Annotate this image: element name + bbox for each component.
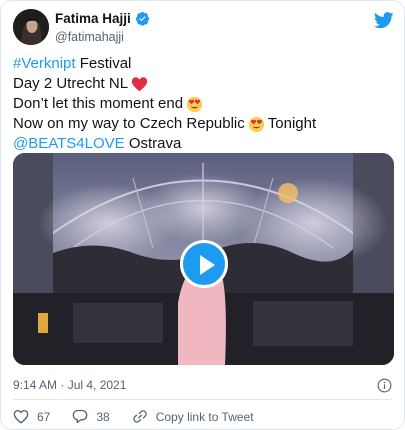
tweet-line-5: @BEATS4LOVE Ostrava [13, 134, 392, 154]
tweet-text-segment: Day 2 Utrecht NL [13, 75, 129, 92]
avatar-image [13, 9, 49, 45]
tweet-line-3: Don’t let this moment end [13, 94, 392, 114]
tweet-text-segment: Now on my way to Czech Republic [13, 115, 245, 132]
tweet-timestamp[interactable]: 9:14 AM · Jul 4, 2021 [13, 378, 126, 392]
heart-eyes-emoji-icon [248, 116, 264, 132]
author-name[interactable]: Fatima Hajji [55, 11, 150, 26]
action-bar: 67 38 Copy link to Tweet [13, 409, 276, 424]
twitter-bird-icon[interactable] [374, 12, 394, 29]
author-name-text[interactable]: Fatima Hajji [55, 11, 131, 26]
author-handle[interactable]: @fatimahajji [55, 30, 124, 44]
divider [13, 399, 392, 400]
tweet-text-segment: Festival [75, 55, 132, 72]
avatar[interactable] [13, 9, 49, 45]
tweet-line-1: #Verknipt Festival [13, 54, 392, 74]
tweet-text-segment: Don’t let this moment end [13, 95, 184, 112]
heart-eyes-emoji-icon [186, 96, 203, 112]
reply-count: 38 [96, 409, 110, 424]
tweet-line-4: Now on my way to Czech Republic Tonight [13, 114, 392, 134]
heart-outline-icon [13, 409, 29, 424]
like-count: 67 [37, 409, 51, 424]
verified-badge-icon [135, 11, 149, 26]
play-icon [200, 255, 215, 275]
like-button[interactable]: 67 [13, 409, 50, 424]
reply-bubble-icon [73, 409, 88, 424]
info-icon[interactable] [377, 378, 392, 393]
tweet-card: Fatima Hajji @fatimahajji #Verknipt Fest… [0, 0, 405, 430]
tweet-text: #Verknipt Festival Day 2 Utrecht NL Don’… [13, 54, 392, 154]
tweet-text-segment: Tonight [267, 115, 317, 132]
tweet-line-2: Day 2 Utrecht NL [13, 74, 392, 94]
reply-button[interactable]: 38 [72, 409, 110, 424]
hashtag-link[interactable]: #Verknipt [13, 54, 76, 74]
tweet-text-segment: Ostrava [124, 135, 182, 152]
red-heart-icon [131, 76, 148, 91]
copy-link-label: Copy link to Tweet [155, 409, 254, 424]
play-button[interactable] [180, 240, 228, 288]
link-icon [132, 410, 147, 423]
copy-link-button[interactable]: Copy link to Tweet [132, 409, 254, 424]
mention-link[interactable]: @BEATS4LOVE [13, 134, 125, 154]
